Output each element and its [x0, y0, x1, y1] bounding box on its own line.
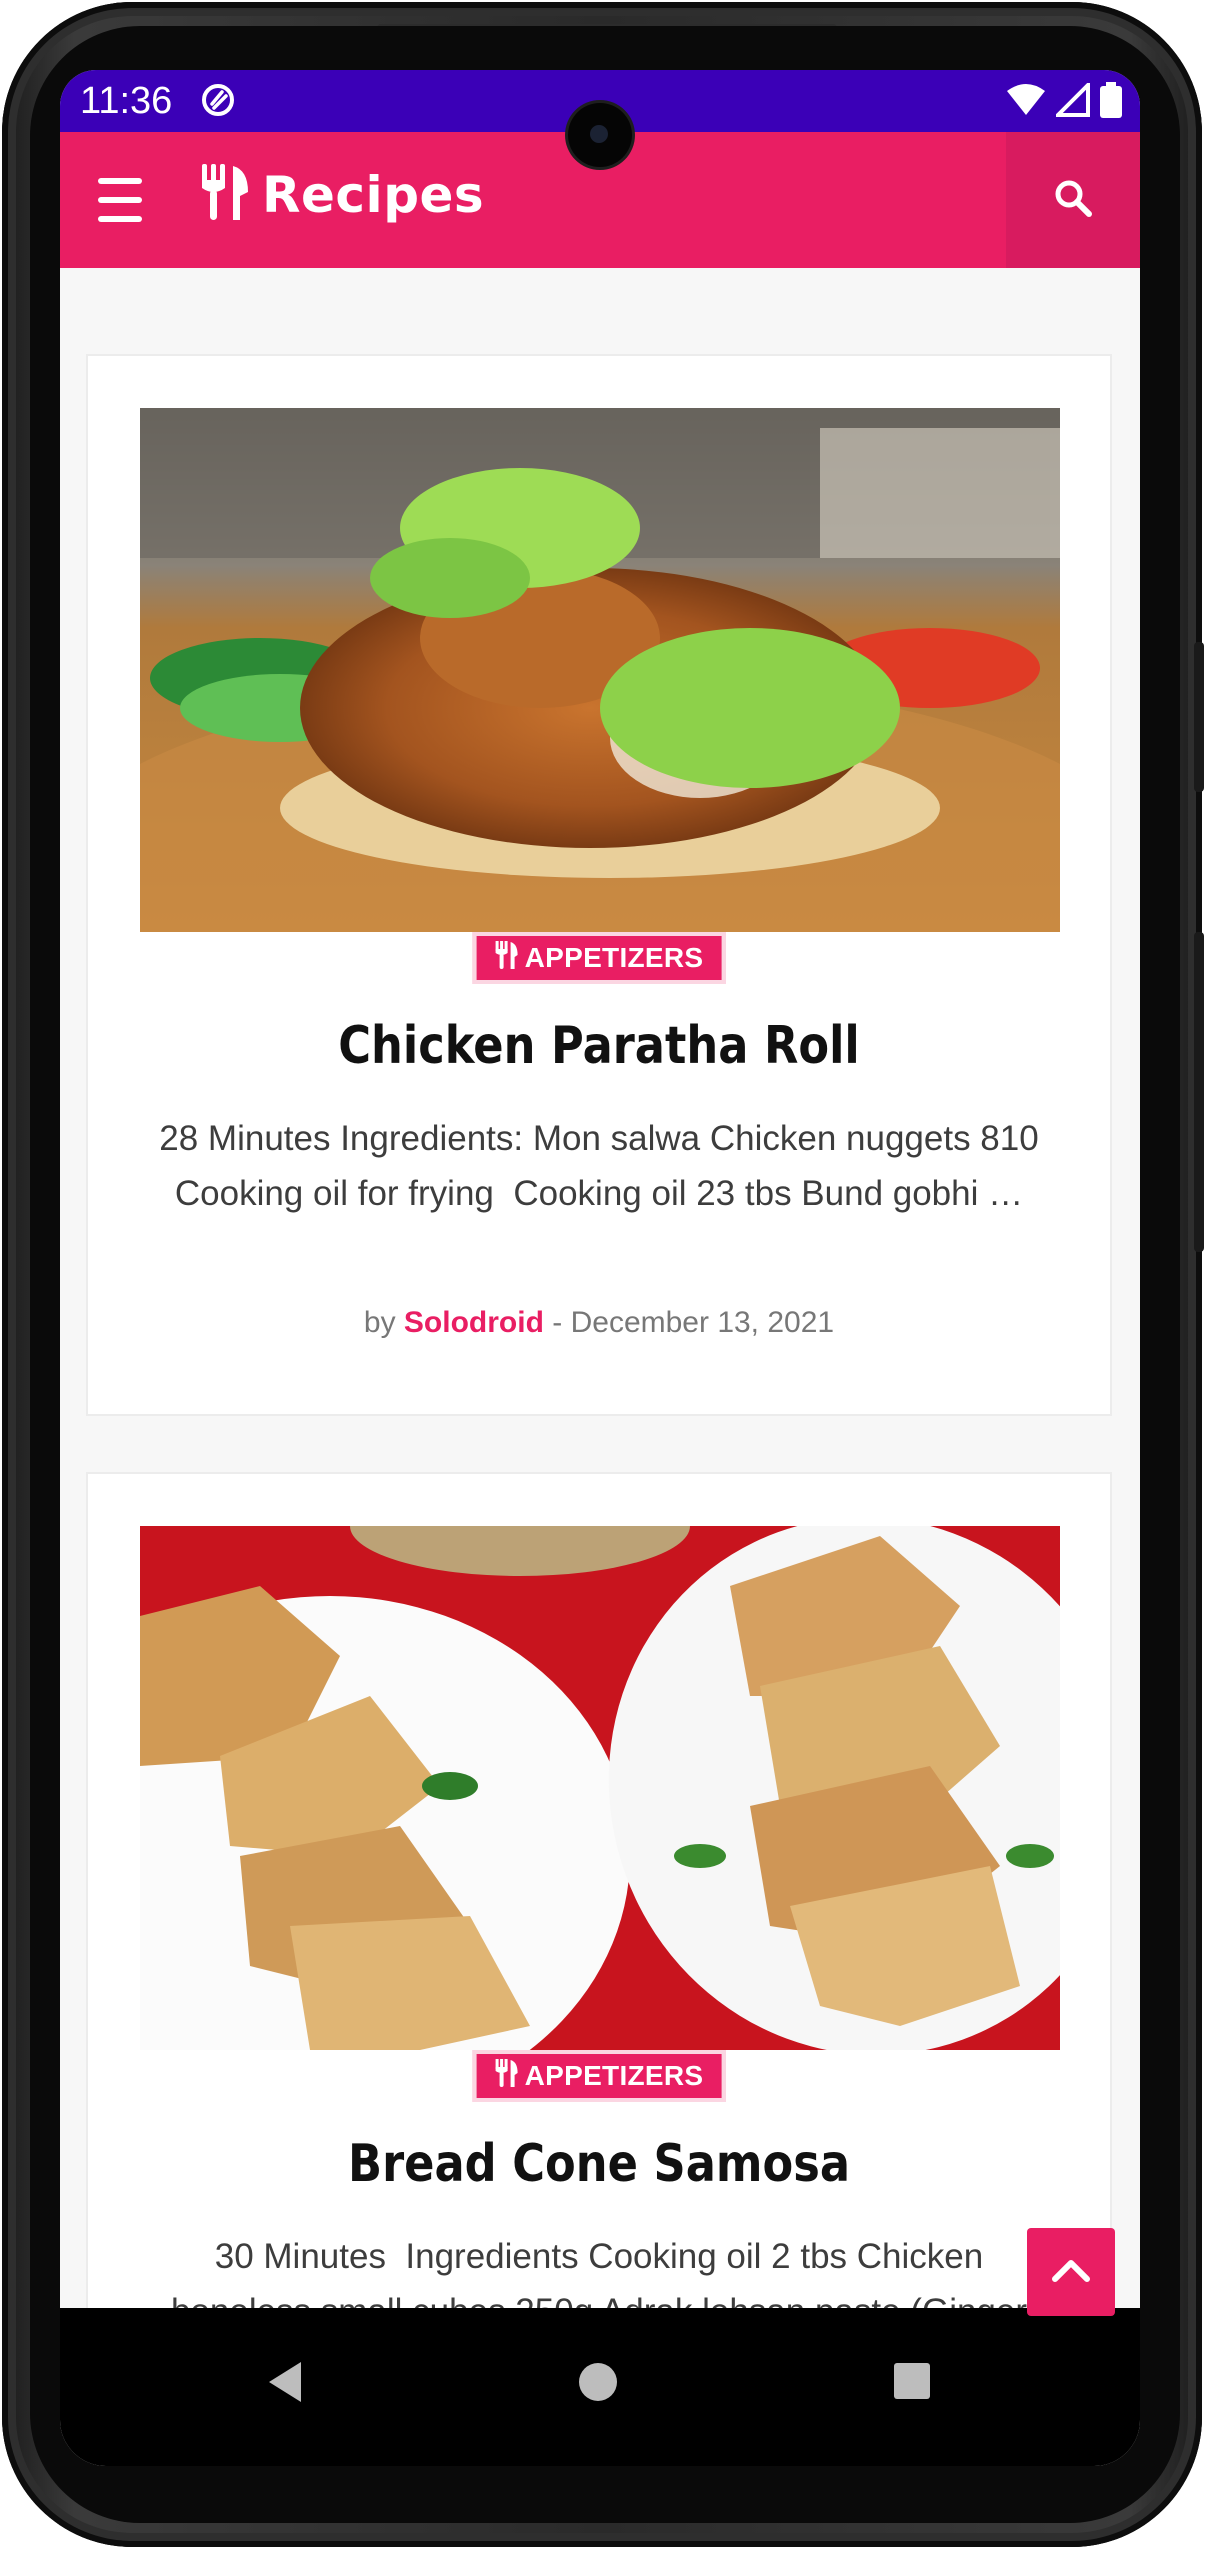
recipe-card[interactable]: APPETIZERS Bread Cone Samosa 30 Minutes … [86, 1472, 1112, 2308]
meta-separator: - [552, 1306, 563, 1339]
category-badge[interactable]: APPETIZERS [472, 932, 726, 984]
category-label: APPETIZERS [524, 2060, 704, 2091]
wifi-icon [1006, 83, 1046, 122]
recipe-title[interactable]: Chicken Paratha Roll [160, 1016, 1039, 1076]
navigation-bar [60, 2308, 1140, 2466]
by-label: by [363, 1306, 396, 1339]
power-button [1194, 932, 1204, 1252]
volume-button [1194, 642, 1204, 792]
author-link[interactable]: Solodroid [404, 1306, 544, 1339]
post-date: December 13, 2021 [570, 1306, 835, 1339]
scroll-to-top-button[interactable] [1027, 2228, 1115, 2316]
chevron-up-icon [1051, 2257, 1091, 2288]
status-icons [1006, 80, 1122, 123]
front-camera [568, 103, 632, 167]
fork-knife-icon [495, 940, 519, 977]
home-icon[interactable] [579, 2363, 617, 2401]
sync-icon [200, 82, 236, 123]
menu-button[interactable] [90, 172, 150, 228]
search-button[interactable] [1006, 132, 1140, 268]
fork-knife-icon [495, 2058, 519, 2095]
battery-icon [1100, 82, 1122, 123]
recipe-image[interactable] [140, 408, 1060, 932]
recipe-card[interactable]: APPETIZERS Chicken Paratha Roll 28 Minut… [86, 354, 1112, 1416]
recipe-meta: by Solodroid - December 13, 2021 [88, 1306, 1110, 1340]
recipe-feed[interactable]: APPETIZERS Chicken Paratha Roll 28 Minut… [60, 268, 1140, 2308]
phone-device: 11:36 Recipes APPETIZERS Chicken Paratha… [0, 0, 1209, 2553]
recipe-title[interactable]: Bread Cone Samosa [160, 2134, 1039, 2194]
recipe-image[interactable] [140, 1526, 1060, 2050]
screen: 11:36 Recipes APPETIZERS Chicken Paratha… [60, 70, 1140, 2466]
category-label: APPETIZERS [524, 942, 704, 973]
back-icon[interactable] [265, 2360, 305, 2409]
cell-signal-icon [1053, 80, 1090, 122]
recipe-excerpt: 28 Minutes Ingredients: Mon salwa Chicke… [159, 1119, 1059, 1213]
app-brand: Recipes [200, 162, 484, 227]
status-time: 11:36 [80, 80, 173, 122]
recents-icon[interactable] [894, 2363, 930, 2399]
recipe-excerpt: 30 Minutes Ingredients Cooking oil 2 tbs… [171, 2237, 1027, 2308]
search-icon [1053, 178, 1093, 223]
category-badge[interactable]: APPETIZERS [472, 2050, 726, 2102]
fork-knife-icon [200, 162, 250, 227]
app-title: Recipes [262, 165, 485, 224]
